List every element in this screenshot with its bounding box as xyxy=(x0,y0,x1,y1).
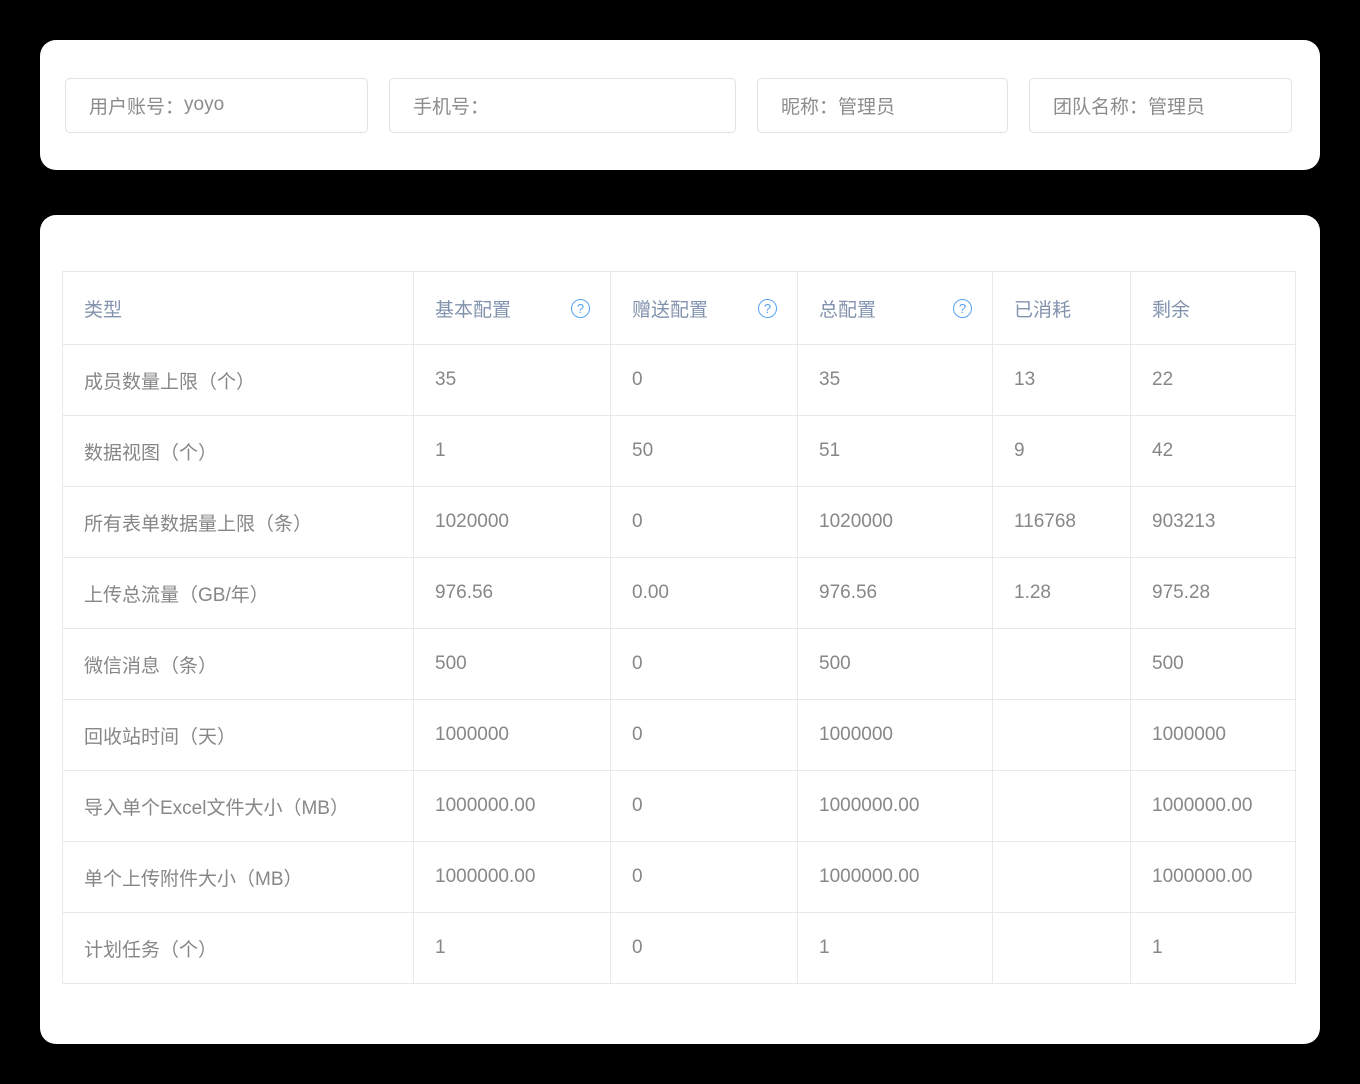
table-row: 导入单个Excel文件大小（MB） 1000000.00 0 1000000.0… xyxy=(63,771,1296,842)
cell-total: 1020000 xyxy=(798,487,993,558)
cell-remaining: 22 xyxy=(1131,345,1296,416)
cell-remaining: 975.28 xyxy=(1131,558,1296,629)
table-row: 微信消息（条） 500 0 500 500 xyxy=(63,629,1296,700)
team-name-value: 管理员 xyxy=(1148,92,1205,119)
cell-gift: 0 xyxy=(611,629,798,700)
cell-type: 单个上传附件大小（MB） xyxy=(63,842,414,913)
cell-gift: 0 xyxy=(611,842,798,913)
cell-remaining: 903213 xyxy=(1131,487,1296,558)
cell-consumed xyxy=(993,700,1131,771)
phone-field[interactable]: 手机号： xyxy=(389,78,736,133)
nickname-value: 管理员 xyxy=(838,92,895,119)
cell-consumed: 9 xyxy=(993,416,1131,487)
column-header-gift-config: 赠送配置 ? xyxy=(611,272,798,345)
cell-type: 成员数量上限（个） xyxy=(63,345,414,416)
help-icon[interactable]: ? xyxy=(758,299,777,318)
cell-consumed xyxy=(993,842,1131,913)
cell-type: 微信消息（条） xyxy=(63,629,414,700)
cell-total: 1 xyxy=(798,913,993,984)
cell-total: 1000000.00 xyxy=(798,842,993,913)
cell-remaining: 1000000.00 xyxy=(1131,771,1296,842)
table-header-row: 类型 基本配置 ? 赠送配置 ? 总配置 xyxy=(63,272,1296,345)
cell-basic: 1000000.00 xyxy=(414,771,611,842)
quota-table-card: 类型 基本配置 ? 赠送配置 ? 总配置 xyxy=(40,215,1320,1044)
cell-consumed xyxy=(993,629,1131,700)
cell-gift: 0 xyxy=(611,487,798,558)
cell-type: 上传总流量（GB/年） xyxy=(63,558,414,629)
cell-total: 51 xyxy=(798,416,993,487)
cell-remaining: 500 xyxy=(1131,629,1296,700)
team-name-label: 团队名称： xyxy=(1053,92,1148,119)
team-name-field[interactable]: 团队名称：管理员 xyxy=(1029,78,1292,133)
cell-consumed: 13 xyxy=(993,345,1131,416)
user-account-label: 用户账号： xyxy=(89,92,184,119)
column-header-total-config: 总配置 ? xyxy=(798,272,993,345)
cell-remaining: 1000000 xyxy=(1131,700,1296,771)
cell-gift: 50 xyxy=(611,416,798,487)
column-header-type: 类型 xyxy=(63,272,414,345)
cell-basic: 976.56 xyxy=(414,558,611,629)
cell-type: 计划任务（个） xyxy=(63,913,414,984)
cell-type: 回收站时间（天） xyxy=(63,700,414,771)
table-row: 计划任务（个） 1 0 1 1 xyxy=(63,913,1296,984)
cell-total: 1000000.00 xyxy=(798,771,993,842)
cell-gift: 0 xyxy=(611,771,798,842)
cell-remaining: 1000000.00 xyxy=(1131,842,1296,913)
cell-total: 35 xyxy=(798,345,993,416)
table-row: 回收站时间（天） 1000000 0 1000000 1000000 xyxy=(63,700,1296,771)
cell-remaining: 1 xyxy=(1131,913,1296,984)
table-row: 单个上传附件大小（MB） 1000000.00 0 1000000.00 100… xyxy=(63,842,1296,913)
cell-type: 导入单个Excel文件大小（MB） xyxy=(63,771,414,842)
cell-total: 500 xyxy=(798,629,993,700)
column-header-consumed: 已消耗 xyxy=(993,272,1131,345)
cell-basic: 500 xyxy=(414,629,611,700)
cell-gift: 0 xyxy=(611,700,798,771)
column-header-label: 总配置 xyxy=(819,295,876,322)
cell-type: 数据视图（个） xyxy=(63,416,414,487)
cell-basic: 1000000.00 xyxy=(414,842,611,913)
column-header-label: 赠送配置 xyxy=(632,295,708,322)
cell-basic: 1020000 xyxy=(414,487,611,558)
user-account-value: yoyo xyxy=(184,94,224,116)
cell-consumed xyxy=(993,913,1131,984)
help-icon[interactable]: ? xyxy=(953,299,972,318)
cell-consumed xyxy=(993,771,1131,842)
column-header-label: 已消耗 xyxy=(1014,300,1071,321)
column-header-basic-config: 基本配置 ? xyxy=(414,272,611,345)
column-header-label: 基本配置 xyxy=(435,295,511,322)
nickname-label: 昵称： xyxy=(781,92,838,119)
cell-type: 所有表单数据量上限（条） xyxy=(63,487,414,558)
cell-basic: 1 xyxy=(414,913,611,984)
cell-consumed: 116768 xyxy=(993,487,1131,558)
help-icon[interactable]: ? xyxy=(571,299,590,318)
cell-total: 976.56 xyxy=(798,558,993,629)
column-header-label: 剩余 xyxy=(1152,300,1190,321)
cell-basic: 1000000 xyxy=(414,700,611,771)
cell-gift: 0 xyxy=(611,345,798,416)
table-row: 所有表单数据量上限（条） 1020000 0 1020000 116768 90… xyxy=(63,487,1296,558)
nickname-field[interactable]: 昵称：管理员 xyxy=(757,78,1008,133)
quota-table: 类型 基本配置 ? 赠送配置 ? 总配置 xyxy=(62,271,1296,984)
phone-label: 手机号： xyxy=(413,92,489,119)
cell-basic: 35 xyxy=(414,345,611,416)
cell-gift: 0 xyxy=(611,913,798,984)
cell-gift: 0.00 xyxy=(611,558,798,629)
table-row: 数据视图（个） 1 50 51 9 42 xyxy=(63,416,1296,487)
cell-remaining: 42 xyxy=(1131,416,1296,487)
cell-total: 1000000 xyxy=(798,700,993,771)
table-row: 成员数量上限（个） 35 0 35 13 22 xyxy=(63,345,1296,416)
profile-card: 用户账号：yoyo 手机号： 昵称：管理员 团队名称：管理员 xyxy=(40,40,1320,170)
table-row: 上传总流量（GB/年） 976.56 0.00 976.56 1.28 975.… xyxy=(63,558,1296,629)
user-account-field[interactable]: 用户账号：yoyo xyxy=(65,78,368,133)
cell-consumed: 1.28 xyxy=(993,558,1131,629)
cell-basic: 1 xyxy=(414,416,611,487)
column-header-label: 类型 xyxy=(84,300,122,321)
column-header-remaining: 剩余 xyxy=(1131,272,1296,345)
